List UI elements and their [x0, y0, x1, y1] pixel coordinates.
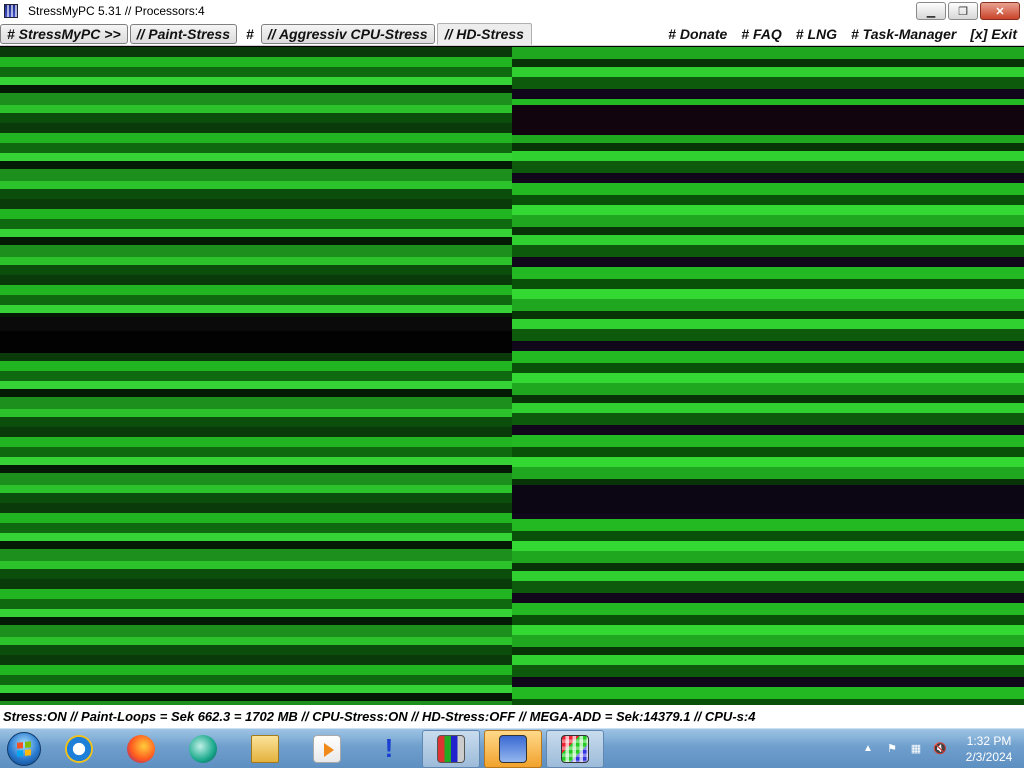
menu-task-manager[interactable]: # Task-Manager — [844, 24, 963, 44]
dark-stripe — [0, 317, 512, 331]
menu-paint-stress[interactable]: // Paint-Stress — [129, 23, 237, 44]
menu-hd-stress[interactable]: // HD-Stress — [436, 22, 532, 45]
internet-explorer-icon — [65, 734, 93, 763]
taskbar-button[interactable]: ! — [360, 730, 418, 768]
taskbar-button[interactable] — [174, 730, 232, 768]
paint-stress-canvas[interactable] — [0, 47, 1024, 705]
menu-stressmypc[interactable]: # StressMyPC >> — [0, 23, 128, 44]
network-icon[interactable]: ▦ — [908, 741, 924, 757]
media-center-icon — [189, 734, 217, 763]
stress-canvas-right-pane — [512, 47, 1024, 705]
stressmypc-icon — [437, 734, 465, 763]
minimize-button[interactable]: ▁ — [916, 2, 946, 20]
taskbar-button[interactable] — [236, 730, 294, 768]
clock-time: 1:32 PM — [966, 733, 1012, 748]
taskbar-button[interactable] — [422, 729, 480, 768]
app-icon[interactable] — [4, 4, 18, 18]
taskbar-button[interactable] — [298, 730, 356, 768]
taskbar-apps: ! — [48, 729, 606, 768]
dark-stripe — [0, 331, 512, 353]
system-tray: ▲ ⚑ ▦ 🔇 1:32 PM 2/3/2024 — [856, 729, 1024, 768]
grid-app-icon — [561, 734, 589, 763]
windows-logo-icon — [7, 731, 41, 766]
menu-faq[interactable]: # FAQ — [734, 24, 788, 44]
taskbar-button[interactable] — [112, 730, 170, 768]
volume-muted-icon[interactable]: 🔇 — [932, 741, 948, 757]
menu-aggressive-cpu-stress[interactable]: // Aggressiv CPU-Stress — [260, 23, 435, 44]
menu-bar: # StressMyPC >> // Paint-Stress # // Agg… — [0, 22, 1024, 46]
file-explorer-icon — [251, 734, 279, 763]
menu-exit[interactable]: [x] Exit — [963, 24, 1024, 44]
paint-stress-icon — [499, 734, 527, 763]
action-center-flag-icon[interactable]: ⚑ — [884, 741, 900, 757]
show-hidden-icons-icon[interactable]: ▲ — [860, 741, 876, 757]
menu-separator-hash[interactable]: # — [239, 24, 261, 44]
close-button[interactable]: ✕ — [980, 2, 1020, 20]
taskbar: ! ▲ ⚑ ▦ 🔇 1:32 PM 2/3/2024 — [0, 728, 1024, 768]
dark-stripe — [512, 485, 1024, 513]
title-bar: StressMyPC 5.31 // Processors:4 ▁ ❐ ✕ — [0, 0, 1024, 22]
clock-date: 2/3/2024 — [965, 749, 1013, 764]
stress-canvas-left-pane — [0, 47, 512, 705]
menu-donate[interactable]: # Donate — [661, 24, 734, 44]
media-player-icon — [313, 734, 341, 763]
menu-lng[interactable]: # LNG — [789, 24, 844, 44]
window-title: StressMyPC 5.31 // Processors:4 — [28, 4, 205, 18]
window-controls: ▁ ❐ ✕ — [916, 2, 1022, 20]
system-clock[interactable]: 1:32 PM 2/3/2024 — [960, 733, 1018, 765]
taskbar-button[interactable] — [50, 730, 108, 768]
maximize-button[interactable]: ❐ — [948, 2, 978, 20]
status-bar: Stress:ON // Paint-Loops = Sek 662.3 = 1… — [0, 705, 1024, 728]
start-button[interactable] — [0, 729, 48, 768]
taskbar-button[interactable] — [484, 729, 542, 768]
taskbar-button[interactable] — [546, 729, 604, 768]
alert-icon: ! — [384, 733, 394, 763]
dark-stripe — [512, 105, 1024, 135]
firefox-icon — [127, 734, 155, 763]
